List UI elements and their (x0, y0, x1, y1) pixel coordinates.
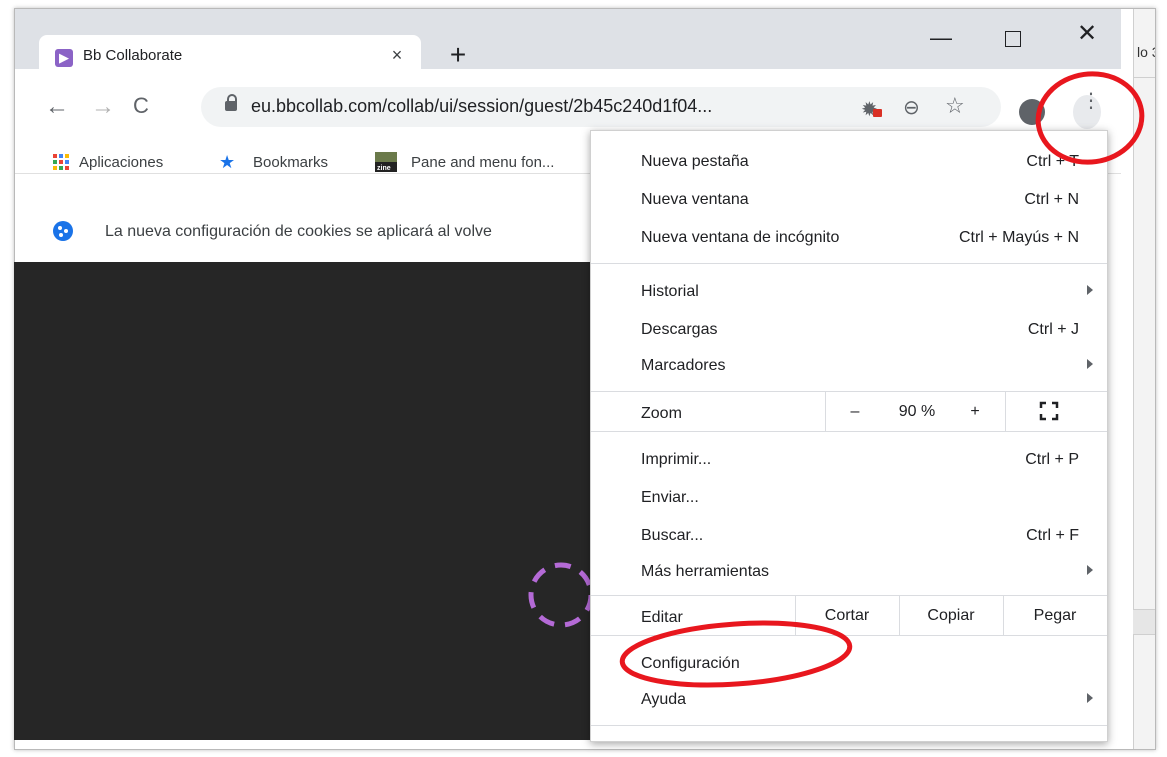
menu-item-find[interactable]: Buscar... Ctrl + F (591, 519, 1107, 553)
menu-item-shortcut: Ctrl + F (1026, 527, 1079, 544)
zoom-divider (1005, 391, 1006, 431)
fullscreen-icon[interactable] (1039, 401, 1059, 421)
bookmark-star-icon[interactable]: ☆ (945, 93, 965, 119)
apps-grid-icon[interactable] (53, 154, 69, 170)
infobar-message: La nueva configuración de cookies se apl… (105, 223, 492, 240)
maximize-button[interactable] (1005, 31, 1021, 47)
menu-item-cast[interactable]: Enviar... (591, 481, 1107, 515)
red-annotation-circle-menu (1035, 71, 1145, 165)
menu-item-shortcut: Ctrl + P (1025, 451, 1079, 468)
menu-separator (591, 431, 1107, 432)
menu-item-label: Más herramientas (641, 563, 770, 580)
submenu-arrow-icon (1087, 359, 1093, 369)
cookie-icon (53, 221, 73, 241)
menu-item-label: Nueva ventana (641, 191, 749, 208)
zoom-divider (825, 391, 826, 431)
menu-item-label: Historial (641, 283, 699, 300)
menu-item-shortcut: Ctrl + N (1024, 191, 1079, 208)
menu-item-history[interactable]: Historial (591, 275, 1107, 309)
menu-item-more-tools[interactable]: Más herramientas (591, 555, 1107, 589)
submenu-arrow-icon (1087, 285, 1093, 295)
menu-item-new-window[interactable]: Nueva ventana Ctrl + N (591, 183, 1107, 217)
zoom-out-button[interactable]: – (837, 403, 873, 421)
zoom-value: 90 % (898, 403, 936, 420)
submenu-arrow-icon (1087, 693, 1093, 703)
reload-button[interactable]: C (133, 93, 149, 119)
tab-title: Bb Collaborate (83, 47, 183, 64)
back-button[interactable]: ← (45, 93, 69, 121)
menu-item-label: Imprimir... (641, 451, 712, 468)
copy-button[interactable]: Copiar (899, 607, 1003, 625)
submenu-arrow-icon (1087, 565, 1093, 575)
paste-button[interactable]: Pegar (1003, 607, 1107, 625)
zoom-label: Zoom (641, 405, 682, 422)
bookmark-pane-label[interactable]: Pane and menu fon... (411, 154, 554, 171)
new-tab-button[interactable]: + (443, 41, 473, 71)
bookmark-apps-label[interactable]: Aplicaciones (79, 154, 163, 171)
red-annotation-circle-settings (619, 620, 853, 688)
menu-item-label: Ayuda (641, 691, 687, 708)
menu-item-shortcut: Ctrl + J (1027, 321, 1079, 338)
zoom-in-button[interactable]: + (957, 403, 993, 421)
zine-favicon-text: zine (377, 165, 391, 172)
menu-item-label: Nueva ventana de incógnito (641, 229, 840, 246)
menu-item-label: Descargas (641, 321, 718, 338)
bookmark-folder-star-icon[interactable]: ★ (219, 152, 235, 173)
lock-icon[interactable] (225, 101, 237, 111)
blocked-badge-icon (873, 109, 882, 117)
bookmark-bookmarks-label[interactable]: Bookmarks (253, 154, 328, 171)
menu-item-label: Nueva pestaña (641, 153, 749, 170)
forward-button[interactable]: → (91, 93, 115, 121)
menu-item-label: Buscar... (641, 527, 704, 544)
url-text[interactable]: eu.bbcollab.com/collab/ui/session/guest/… (251, 96, 712, 117)
menu-item-bookmarks[interactable]: Marcadores (591, 349, 1107, 383)
menu-item-shortcut: Ctrl + Mayús + N (958, 229, 1079, 246)
menu-separator (591, 725, 1107, 726)
zoom-out-icon[interactable]: ⊖ (903, 95, 920, 120)
loading-spinner-icon (528, 562, 594, 628)
menu-separator (591, 263, 1107, 264)
menu-item-label: Marcadores (641, 357, 726, 374)
menu-separator (591, 595, 1107, 596)
menu-item-downloads[interactable]: Descargas Ctrl + J (591, 313, 1107, 347)
close-window-button[interactable]: ✕ (1067, 19, 1107, 49)
menu-item-print[interactable]: Imprimir... Ctrl + P (591, 443, 1107, 477)
menu-separator (591, 391, 1107, 392)
play-icon: ▶ (59, 50, 69, 65)
background-window-text: lo 3 (1137, 44, 1155, 60)
tab-close-icon[interactable]: × (385, 43, 409, 67)
minimize-button[interactable]: — (921, 25, 961, 50)
background-bar (1133, 609, 1155, 635)
menu-item-label: Enviar... (641, 489, 699, 506)
menu-item-incognito[interactable]: Nueva ventana de incógnito Ctrl + Mayús … (591, 221, 1107, 255)
